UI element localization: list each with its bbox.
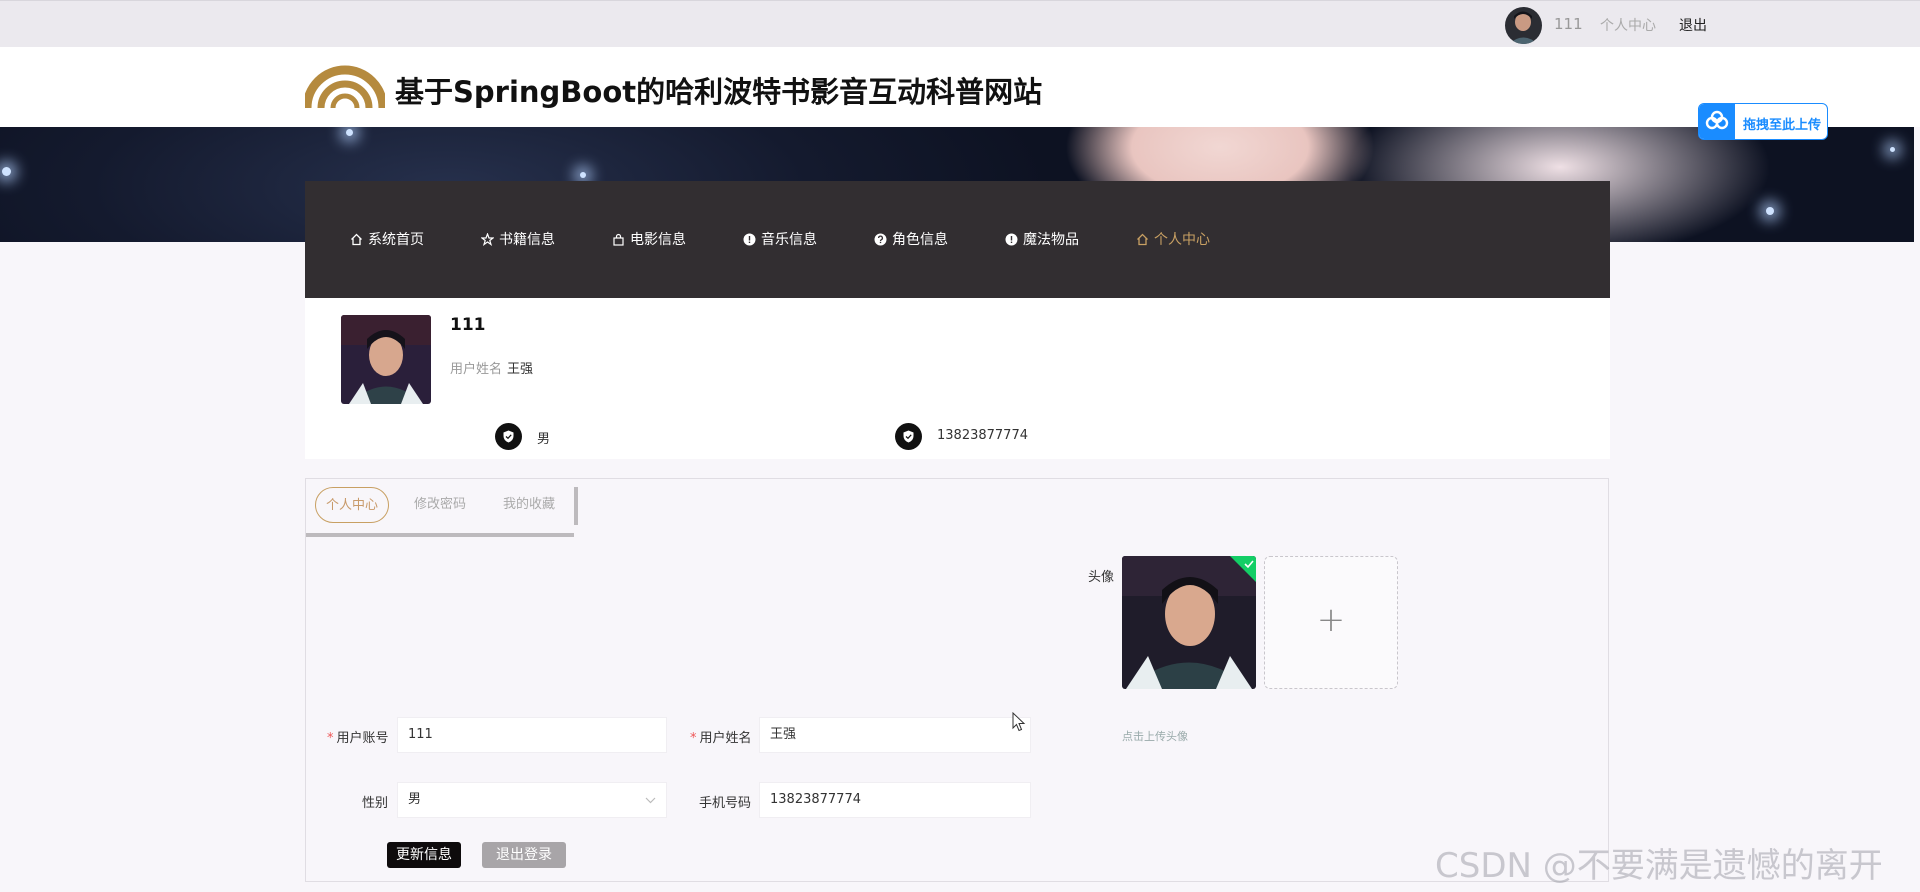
info-icon: [1005, 233, 1018, 245]
cloud-icon: [1699, 104, 1735, 139]
phone-value: 13823877774: [770, 792, 861, 807]
required-mark: *: [690, 731, 697, 746]
info-icon: [743, 233, 756, 245]
tab-my-favorites[interactable]: 我的收藏: [503, 487, 555, 523]
account-label: * 用户账号: [327, 727, 389, 746]
nav-item-label: 魔法物品: [1023, 232, 1079, 248]
site-title: 基于SpringBoot的哈利波特书影音互动科普网站: [395, 75, 1043, 109]
nav-item-characters[interactable]: 角色信息: [874, 229, 948, 249]
nav-item-movies[interactable]: 电影信息: [612, 229, 686, 249]
tab-change-password[interactable]: 修改密码: [414, 487, 466, 523]
drag-upload-label: 拖拽至此上传: [1743, 118, 1822, 133]
account-label-text: 用户账号: [336, 731, 389, 746]
csdn-watermark: CSDN @不要满是遗憾的离开: [1435, 846, 1883, 886]
avatar-label: 头像: [1088, 570, 1115, 585]
home-icon: [351, 233, 362, 245]
topbar-username: 111: [1554, 15, 1583, 33]
profile-username-label: 用户姓名: [450, 362, 503, 377]
upload-success-badge: [1230, 556, 1256, 582]
nav-item-label: 书籍信息: [499, 232, 555, 248]
update-info-button[interactable]: 更新信息: [387, 842, 461, 868]
nav-item-label: 电影信息: [630, 232, 686, 248]
tabs-scroll-handle[interactable]: [574, 487, 578, 525]
topbar-avatar[interactable]: [1505, 7, 1542, 44]
check-icon: [1244, 560, 1254, 569]
top-bar: 111 个人中心 退出: [0, 0, 1920, 47]
site-header: 基于SpringBoot的哈利波特书影音互动科普网站: [0, 47, 1920, 127]
gender-select[interactable]: 男: [397, 782, 667, 818]
settings-panel: 个人中心 修改密码 我的收藏: [305, 478, 1609, 882]
nav-item-label: 音乐信息: [761, 232, 817, 248]
profile-gender: 男: [537, 432, 551, 447]
nav-item-home[interactable]: 系统首页: [350, 229, 424, 249]
banner-light: [346, 129, 353, 136]
nav-item-magic-items[interactable]: 魔法物品: [1005, 229, 1079, 249]
gender-value: 男: [408, 792, 422, 807]
banner-light: [1890, 147, 1895, 152]
profile-card: 111 用户姓名 王强 男 13823877774: [305, 298, 1610, 459]
profile-name: 111: [450, 315, 486, 335]
topbar-personal-center-link[interactable]: 个人中心: [1600, 15, 1656, 35]
phone-label: 手机号码: [699, 796, 752, 811]
nav-item-label: 个人中心: [1154, 232, 1210, 248]
phone-input[interactable]: 13823877774: [759, 782, 1031, 818]
name-input[interactable]: 王强: [759, 717, 1031, 753]
drag-upload-chip[interactable]: 拖拽至此上传: [1698, 103, 1828, 140]
settings-tabs: 个人中心 修改密码 我的收藏: [306, 487, 578, 537]
nav-item-label: 角色信息: [892, 232, 948, 248]
required-mark: *: [327, 731, 334, 746]
banner-light: [1766, 207, 1774, 215]
logout-button[interactable]: 退出登录: [482, 842, 566, 868]
plus-icon: +: [1316, 600, 1346, 640]
home-icon: [1137, 233, 1148, 245]
main-nav: 系统首页 书籍信息 电影信息 音乐信息 角色信息 魔法物品 个人中心: [305, 181, 1610, 298]
banner-light: [2, 167, 11, 176]
site-logo-icon: [302, 62, 388, 112]
name-label: * 用户姓名: [690, 727, 752, 746]
account-input[interactable]: 111: [397, 717, 667, 753]
banner-light: [580, 172, 586, 178]
uploaded-avatar[interactable]: [1122, 556, 1256, 689]
profile-photo: [341, 315, 431, 404]
question-icon: [874, 233, 887, 245]
nav-item-personal-center[interactable]: 个人中心: [1136, 229, 1210, 249]
chevron-down-icon: [645, 783, 656, 831]
shield-icon: [895, 423, 922, 450]
bag-icon: [613, 233, 624, 246]
account-value: 111: [408, 727, 433, 742]
shield-icon: [495, 423, 522, 450]
upload-avatar-tip[interactable]: 点击上传头像: [1122, 728, 1188, 744]
nav-item-books[interactable]: 书籍信息: [481, 229, 555, 249]
profile-phone: 13823877774: [937, 428, 1028, 443]
mouse-cursor-icon: [1012, 711, 1026, 736]
tab-personal-center[interactable]: 个人中心: [315, 487, 390, 523]
name-label-text: 用户姓名: [699, 731, 752, 746]
name-value: 王强: [770, 727, 797, 742]
profile-username-value: 王强: [507, 362, 534, 377]
nav-item-label: 系统首页: [368, 232, 424, 248]
tabs-underline: [306, 533, 574, 537]
gender-label: 性别: [362, 796, 389, 811]
nav-item-music[interactable]: 音乐信息: [743, 229, 817, 249]
star-icon: [481, 232, 494, 246]
topbar-logout-link[interactable]: 退出: [1679, 15, 1707, 35]
avatar-upload-button[interactable]: +: [1264, 556, 1398, 689]
